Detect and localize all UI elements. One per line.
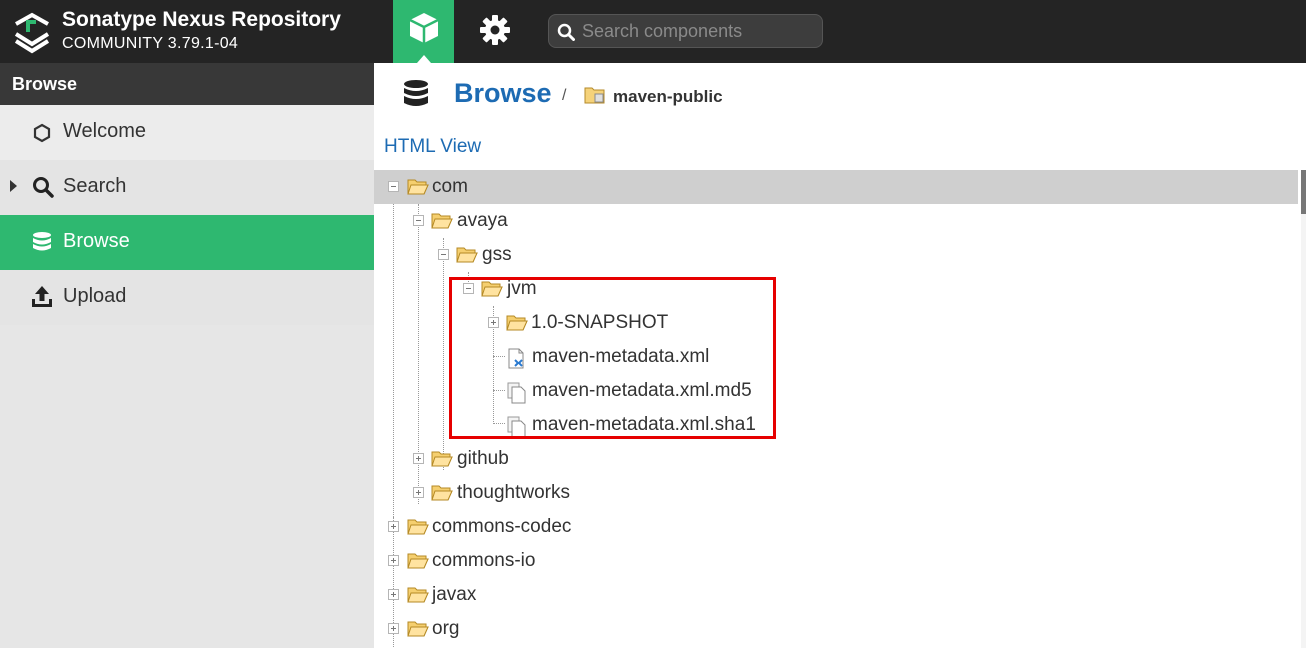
tree-node-label[interactable]: commons-codec [432,516,571,538]
sidebar: Browse Welcome Search Browse Upload [0,63,374,648]
expand-toggle-icon[interactable] [413,453,424,464]
tree-row[interactable]: javax [374,578,1298,612]
expand-toggle-icon[interactable] [413,487,424,498]
expand-toggle-icon[interactable] [388,623,399,634]
brand-name: Sonatype Nexus Repository [62,8,341,31]
upload-icon [32,286,52,307]
tree-row[interactable]: avaya [374,204,1298,238]
tree-node-label[interactable]: com [432,176,468,198]
tree-row[interactable]: commons-io [374,544,1298,578]
browse-mode-button[interactable] [393,0,454,63]
folder-icon [407,621,429,637]
folder-icon [407,519,429,535]
folder-icon [407,587,429,603]
highlight-annotation-box [449,277,776,439]
sidebar-item-label: Browse [63,230,130,252]
tree-row[interactable]: com [374,170,1298,204]
html-view-link[interactable]: HTML View [384,136,481,158]
folder-open-icon [456,247,478,263]
collapse-toggle-icon[interactable] [438,249,449,260]
expand-arrow-icon[interactable] [10,180,17,192]
search-icon [33,177,54,198]
folder-icon [431,485,453,501]
tree-row[interactable]: github [374,442,1298,476]
tree-node-label[interactable]: avaya [457,210,508,232]
expand-toggle-icon[interactable] [388,521,399,532]
gear-icon [480,15,510,45]
hexagon-icon [33,123,51,143]
main-panel: Browse / maven-public HTML View com avay… [374,63,1306,648]
tree-scrollbar[interactable] [1301,170,1306,648]
tree-node-label[interactable]: github [457,448,509,470]
folder-icon [431,451,453,467]
tree-row[interactable]: gss [374,238,1298,272]
tree-node-label[interactable]: thoughtworks [457,482,570,504]
tree-row[interactable]: org [374,612,1298,646]
tree-node-label[interactable]: gss [482,244,512,266]
sidebar-item-label: Upload [63,285,127,307]
sidebar-title: Browse [0,63,374,105]
nexus-logo-icon[interactable] [13,10,51,54]
tree-node-label[interactable]: javax [432,584,476,606]
search-icon [557,23,575,41]
breadcrumb-repository[interactable]: maven-public [613,87,723,107]
expand-toggle-icon[interactable] [388,589,399,600]
sidebar-item-label: Search [63,175,127,197]
database-icon [404,80,428,106]
tree-node-label[interactable]: commons-io [432,550,535,572]
active-caret-icon [417,55,431,63]
sidebar-item-search[interactable]: Search [0,160,374,215]
sidebar-item-label: Welcome [63,120,146,142]
tree-node-label[interactable]: org [432,618,459,640]
sidebar-item-welcome[interactable]: Welcome [0,105,374,160]
breadcrumb-separator: / [562,87,567,104]
cube-icon [409,13,439,43]
search-input[interactable] [582,18,817,44]
folder-icon [407,553,429,569]
database-icon [33,232,51,251]
administration-button[interactable] [465,0,526,63]
collapse-toggle-icon[interactable] [388,181,399,192]
brand-version: COMMUNITY 3.79.1-04 [62,35,239,52]
folder-open-icon [407,179,429,195]
tree-row[interactable]: thoughtworks [374,476,1298,510]
repository-folder-icon [584,87,605,104]
component-search[interactable] [548,14,823,48]
scrollbar-thumb[interactable] [1301,170,1306,214]
folder-open-icon [431,213,453,229]
collapse-toggle-icon[interactable] [413,215,424,226]
page-title[interactable]: Browse [454,78,552,109]
expand-toggle-icon[interactable] [388,555,399,566]
sidebar-item-browse[interactable]: Browse [0,215,374,270]
sidebar-item-upload[interactable]: Upload [0,270,374,325]
top-header: Sonatype Nexus Repository COMMUNITY 3.79… [0,0,1306,63]
tree-row[interactable]: commons-codec [374,510,1298,544]
